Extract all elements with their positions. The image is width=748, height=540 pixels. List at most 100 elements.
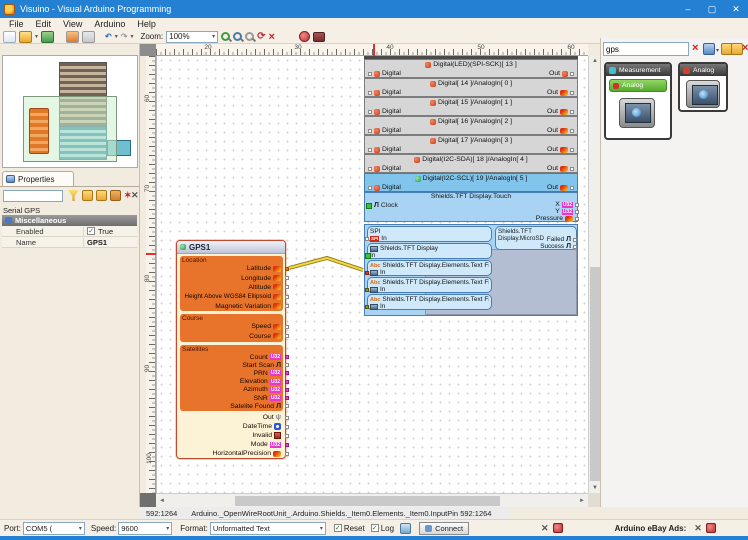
compile-build-icon[interactable]: ⟳ xyxy=(257,31,265,42)
filter-dropdown-icon[interactable]: ▾ xyxy=(716,47,719,54)
pin-channel-14[interactable]: Digital[ 14 ]/AnalogIn[ 0 ] Digital Out xyxy=(364,78,578,97)
altitude-pin[interactable]: Altitude xyxy=(180,283,283,292)
undo-icon[interactable]: ↶ xyxy=(105,32,112,41)
format-combobox[interactable]: Unformatted Text▾ xyxy=(210,522,326,535)
reset-checkbox[interactable]: ✓ xyxy=(334,524,342,532)
design-canvas[interactable]: Digital(LED)(SPI-SCK)[ 13 ] Digital Out … xyxy=(156,56,588,493)
digital-in-pin[interactable]: Digital xyxy=(368,184,401,191)
text-field2-box[interactable]: AbcShields.TFT Display.Elements.Text Fie… xyxy=(367,277,492,293)
category-card-analog[interactable]: Analog xyxy=(678,62,728,112)
analog-out-pin[interactable]: Out xyxy=(547,165,574,172)
pin-connector[interactable] xyxy=(285,325,289,329)
help-web-icon[interactable] xyxy=(299,31,310,42)
scroll-down-icon[interactable]: ▼ xyxy=(592,485,598,491)
scroll-left-icon[interactable]: ◄ xyxy=(159,498,165,504)
property-row-enabled[interactable]: Enabled ✓ True xyxy=(2,226,137,237)
scroll-up-icon[interactable]: ▲ xyxy=(592,58,598,64)
tft-touch-block[interactable]: Shields.TFT Display.Touch Л Clock XU32 Y… xyxy=(364,192,578,222)
microsd-success-pin[interactable]: SuccessЛ xyxy=(498,243,574,250)
scroll-right-icon[interactable]: ► xyxy=(579,498,585,504)
pin-connector[interactable] xyxy=(368,72,372,76)
open-project-icon[interactable] xyxy=(19,31,32,43)
pin-connector[interactable] xyxy=(285,285,289,289)
spi-channel-box[interactable]: SPI SPIIn xyxy=(367,226,492,242)
touch-x-pin[interactable]: XU32 xyxy=(486,201,576,208)
analog-out-pin[interactable]: Out xyxy=(547,184,574,191)
pin-connector[interactable] xyxy=(285,380,289,384)
horizontal-scroll-thumb[interactable] xyxy=(235,496,500,506)
count-pin[interactable]: CountU32 xyxy=(180,353,283,361)
speed-combobox[interactable]: 9600▾ xyxy=(118,522,172,535)
pin-connector[interactable] xyxy=(573,245,577,249)
open-dropdown-icon[interactable]: ▾ xyxy=(35,33,38,40)
layout-toggle-left-icon[interactable] xyxy=(66,31,79,43)
pin-connector[interactable] xyxy=(285,434,289,438)
snapshot-icon[interactable] xyxy=(313,32,325,42)
pin-connector[interactable] xyxy=(285,416,289,420)
prn-pin[interactable]: PRNU32 xyxy=(180,369,283,377)
minimize-button[interactable]: – xyxy=(676,0,700,18)
pin-connector[interactable] xyxy=(285,295,289,299)
expand-all-icon[interactable] xyxy=(82,190,93,201)
menu-file[interactable]: File xyxy=(4,19,29,29)
microsd-failed-pin[interactable]: FailedЛ xyxy=(498,236,574,243)
analog-out-pin[interactable]: Out xyxy=(547,127,574,134)
save-project-icon[interactable] xyxy=(41,31,54,43)
digital-in-pin[interactable]: Digital xyxy=(368,127,401,134)
pin-connector[interactable] xyxy=(575,203,579,207)
course-pin[interactable]: Course xyxy=(180,331,283,340)
pin-connector[interactable] xyxy=(365,305,369,309)
digital-out-pin[interactable]: Out xyxy=(549,70,574,77)
pin-connector[interactable] xyxy=(285,443,289,447)
datetime-pin[interactable]: DateTime xyxy=(180,422,283,431)
ads-settings-icon[interactable]: ✕ xyxy=(694,523,702,534)
invalid-pin[interactable]: Invalid xyxy=(180,431,283,440)
close-button[interactable]: ✕ xyxy=(724,0,748,18)
property-category-header[interactable]: Miscellaneous xyxy=(2,215,137,226)
component-item-analog-selected[interactable]: Analog xyxy=(609,79,667,92)
component-thumbnail[interactable] xyxy=(619,98,655,128)
redo-icon[interactable]: ↷ xyxy=(121,32,128,41)
pin-connector[interactable] xyxy=(570,72,574,76)
log-checkbox-group[interactable]: ✓Log xyxy=(371,524,394,533)
digital-in-pin[interactable]: Digital xyxy=(368,89,401,96)
height-wgs84-pin[interactable]: Height Above WGS84 Ellipsoid xyxy=(180,292,283,301)
menu-arduino[interactable]: Arduino xyxy=(89,19,130,29)
terminal-icon[interactable] xyxy=(400,523,411,534)
collapse-all-icon[interactable] xyxy=(96,190,107,201)
pin-connector[interactable] xyxy=(366,203,372,209)
gps1-header[interactable]: GPS1 xyxy=(177,241,285,254)
clock-in-pin[interactable]: Л Clock xyxy=(366,202,398,209)
touch-y-pin[interactable]: YU32 xyxy=(486,208,576,215)
pin-channel-17[interactable]: Digital[ 17 ]/AnalogIn[ 3 ] Digital Out xyxy=(364,135,578,154)
pin-channel-16[interactable]: Digital[ 16 ]/AnalogIn[ 2 ] Digital Out xyxy=(364,116,578,135)
pin-channel-13[interactable]: Digital(LED)(SPI-SCK)[ 13 ] Digital Out xyxy=(364,59,578,78)
digital-in-pin[interactable]: Digital xyxy=(368,108,401,115)
snr-pin[interactable]: SNRU32 xyxy=(180,394,283,402)
zoom-out-icon[interactable] xyxy=(233,32,242,41)
horizontal-precision-pin[interactable]: HorizontalPrecision xyxy=(180,449,283,458)
pin-connector[interactable] xyxy=(365,237,369,241)
digital-in-pin[interactable]: Digital xyxy=(368,70,401,77)
property-filter-input[interactable] xyxy=(3,190,63,202)
close-ads-icon[interactable] xyxy=(706,523,716,533)
pin-channel-19-scl-selected[interactable]: Digital(I2C-SCL)[ 19 ]/AnalogIn[ 5 ] Dig… xyxy=(364,173,578,192)
tft-shields-block[interactable]: SPI SPIIn Shields.TFT Display In AbcShie… xyxy=(364,224,578,316)
zoom-reset-icon[interactable] xyxy=(245,32,254,41)
text-field3-in-pin[interactable]: In xyxy=(370,303,489,310)
text-field3-box[interactable]: AbcShields.TFT Display.Elements.Text Fie… xyxy=(367,294,492,310)
pin-connector[interactable] xyxy=(285,396,289,400)
advanced-properties-icon[interactable]: ✕ xyxy=(131,190,139,201)
analog-out-pin[interactable]: Out xyxy=(547,108,574,115)
pin-channel-15[interactable]: Digital[ 15 ]/AnalogIn[ 1 ] Digital Out xyxy=(364,97,578,116)
text-field1-box[interactable]: AbcShields.TFT Display.Elements.Text Fie… xyxy=(367,260,492,276)
canvas-horizontal-scrollbar[interactable]: ◄ ► xyxy=(156,493,588,507)
longitude-pin[interactable]: Longitude xyxy=(180,273,283,282)
enabled-checkbox[interactable]: ✓ xyxy=(87,227,95,235)
digital-in-pin[interactable]: Digital xyxy=(368,165,401,172)
text-field2-in-pin[interactable]: In xyxy=(370,286,489,293)
spi-in-pin[interactable]: SPIIn xyxy=(370,235,489,242)
microsd-box[interactable]: Shields.TFT Display.MicroSD FailedЛ Succ… xyxy=(495,226,577,250)
filter-icon[interactable] xyxy=(68,190,79,201)
pin-connector[interactable] xyxy=(285,388,289,392)
